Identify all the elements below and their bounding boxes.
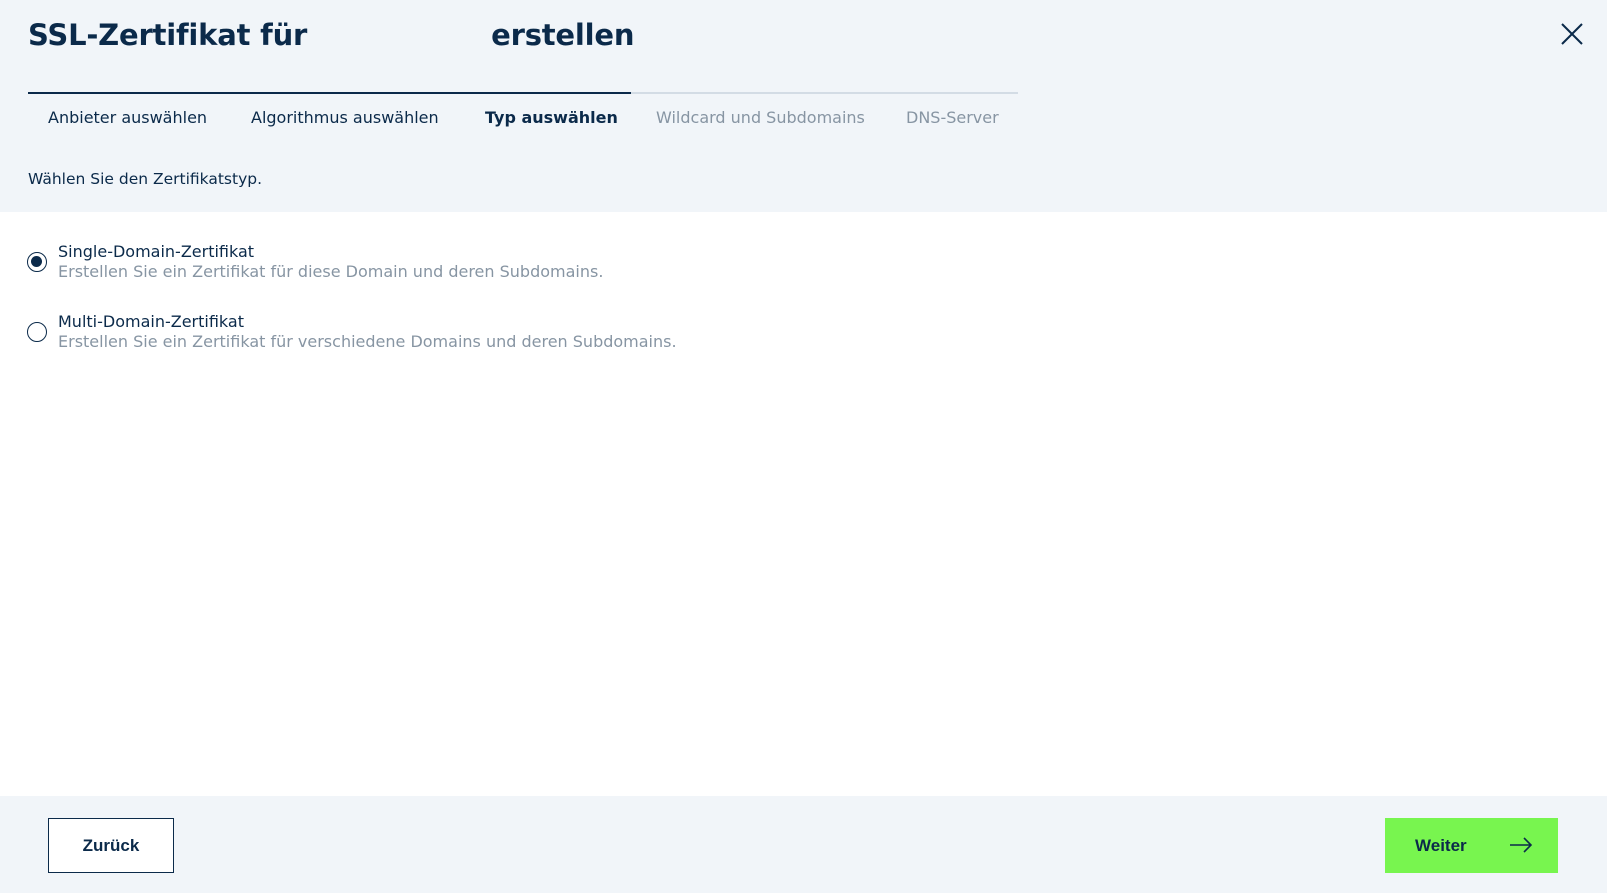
option-multi-domain[interactable]: Multi-Domain-Zertifikat Erstellen Sie ei… (27, 312, 927, 382)
step-provider[interactable]: Anbieter auswählen (48, 108, 207, 127)
next-button[interactable]: Weiter (1385, 818, 1558, 873)
option-description: Erstellen Sie ein Zertifikat für diese D… (58, 262, 604, 281)
arrow-right-icon (1510, 837, 1533, 853)
next-button-label: Weiter (1415, 835, 1467, 855)
dialog-footer: Zurück Weiter (0, 796, 1607, 893)
dialog-title-suffix: erstellen (491, 18, 635, 52)
back-button[interactable]: Zurück (48, 818, 174, 873)
stepper-progress (28, 92, 631, 94)
option-label: Single-Domain-Zertifikat (58, 242, 255, 261)
ssl-certificate-dialog: SSL-Zertifikat für erstellen Anbieter aus… (0, 0, 1607, 893)
option-description: Erstellen Sie ein Zertifikat für verschi… (58, 332, 677, 351)
option-single-domain[interactable]: Single-Domain-Zertifikat Erstellen Sie e… (27, 242, 927, 312)
certificate-type-options: Single-Domain-Zertifikat Erstellen Sie e… (27, 242, 927, 382)
close-icon (1561, 23, 1583, 45)
radio-multi-domain[interactable] (27, 322, 47, 342)
stepper: Anbieter auswählen Algorithmus auswählen… (28, 92, 1018, 136)
dialog-title-prefix: SSL-Zertifikat für (28, 18, 308, 52)
close-button[interactable] (1558, 20, 1586, 48)
radio-single-domain[interactable] (27, 252, 47, 272)
instruction-text: Wählen Sie den Zertifikatstyp. (28, 170, 263, 188)
dialog-title: SSL-Zertifikat für erstellen (28, 18, 634, 52)
option-label: Multi-Domain-Zertifikat (58, 312, 244, 331)
step-type[interactable]: Typ auswählen (485, 108, 618, 127)
dialog-header: SSL-Zertifikat für erstellen Anbieter aus… (0, 0, 1607, 212)
step-dns-server: DNS-Server (906, 108, 999, 127)
step-wildcard: Wildcard und Subdomains (656, 108, 865, 127)
step-algorithm[interactable]: Algorithmus auswählen (251, 108, 439, 127)
